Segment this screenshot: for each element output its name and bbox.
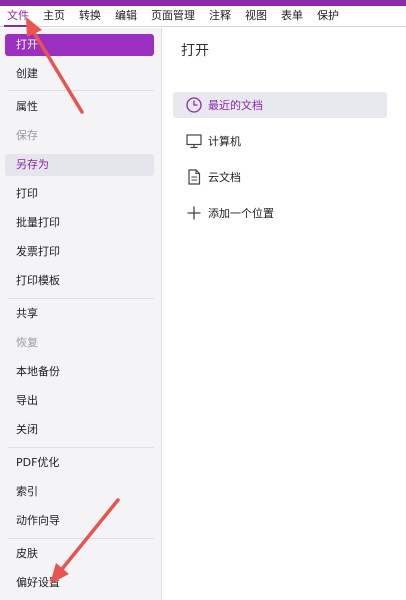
sidebar-item-share[interactable]: 共享 [5, 303, 154, 325]
file-sidebar: 打开 创建 属性 保存 另存为 打印 批量打印 发票打印 打印模板 共享 恢复 … [0, 28, 162, 600]
sidebar-item-action-wizard[interactable]: 动作向导 [5, 510, 154, 532]
monitor-icon [185, 132, 203, 150]
sidebar-item-pdf-optimize[interactable]: PDF优化 [5, 452, 154, 474]
sidebar-item-properties[interactable]: 属性 [5, 96, 154, 118]
sidebar-item-restore[interactable]: 恢复 [5, 332, 154, 354]
sidebar-divider [8, 90, 154, 91]
sidebar-item-local-backup[interactable]: 本地备份 [5, 361, 154, 383]
sidebar-item-invoice-print[interactable]: 发票打印 [5, 241, 154, 263]
option-cloud-documents[interactable]: 云文档 [173, 164, 387, 190]
sidebar-item-close[interactable]: 关闭 [5, 419, 154, 441]
plus-icon [185, 204, 203, 222]
clock-icon [185, 96, 203, 114]
sidebar-item-open[interactable]: 打开 [5, 34, 154, 56]
sidebar-divider [8, 538, 154, 539]
document-icon [185, 168, 203, 186]
sidebar-item-export[interactable]: 导出 [5, 390, 154, 412]
menu-protect[interactable]: 保护 [310, 6, 346, 27]
sidebar-item-print-template[interactable]: 打印模板 [5, 270, 154, 292]
sidebar-item-batch-print[interactable]: 批量打印 [5, 212, 154, 234]
menu-file[interactable]: 文件 [0, 6, 36, 27]
sidebar-item-save-as[interactable]: 另存为 [5, 154, 154, 176]
option-label: 云文档 [208, 171, 241, 184]
sidebar-item-print[interactable]: 打印 [5, 183, 154, 205]
panel-title: 打开 [181, 43, 209, 59]
menu-convert[interactable]: 转换 [72, 6, 108, 27]
option-computer[interactable]: 计算机 [173, 128, 387, 154]
menu-form[interactable]: 表单 [274, 6, 310, 27]
menu-edit[interactable]: 编辑 [108, 6, 144, 27]
sidebar-item-create[interactable]: 创建 [5, 63, 154, 85]
option-label: 计算机 [208, 135, 241, 148]
menu-view[interactable]: 视图 [238, 6, 274, 27]
menu-page-management[interactable]: 页面管理 [144, 6, 202, 27]
menu-bar: 文件 主页 转换 编辑 页面管理 注释 视图 表单 保护 [0, 6, 406, 27]
option-label: 最近的文档 [208, 99, 263, 112]
sidebar-item-skin[interactable]: 皮肤 [5, 543, 154, 565]
sidebar-item-preferences[interactable]: 偏好设置 [5, 572, 154, 594]
option-recent-documents[interactable]: 最近的文档 [173, 92, 387, 118]
menu-annotate[interactable]: 注释 [202, 6, 238, 27]
menu-home[interactable]: 主页 [36, 6, 72, 27]
sidebar-item-index[interactable]: 索引 [5, 481, 154, 503]
sidebar-item-save[interactable]: 保存 [5, 125, 154, 147]
option-label: 添加一个位置 [208, 207, 274, 220]
sidebar-divider [8, 447, 154, 448]
option-add-location[interactable]: 添加一个位置 [173, 200, 387, 226]
sidebar-divider [8, 298, 154, 299]
